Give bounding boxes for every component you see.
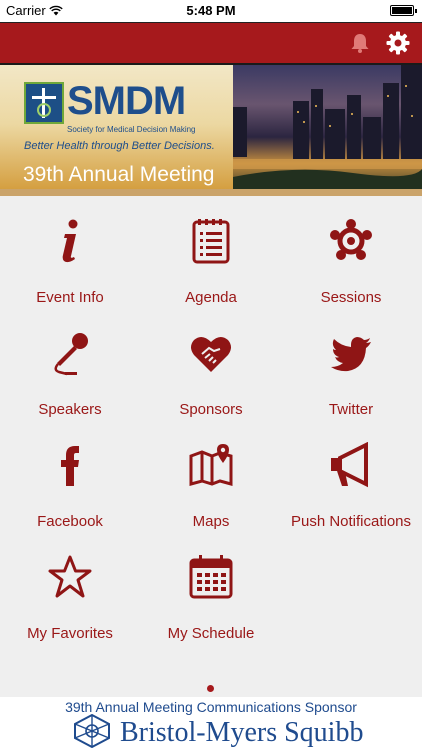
menu-label: Twitter — [328, 401, 374, 418]
nav-bar — [0, 22, 422, 65]
map-icon — [188, 442, 234, 488]
twitter-icon — [328, 330, 374, 376]
menu-tile-facebook[interactable]: Facebook — [0, 420, 140, 532]
menu-label: My Schedule — [167, 625, 255, 642]
bms-logo-icon — [72, 713, 112, 750]
menu-tile-my-schedule[interactable]: My Schedule — [141, 532, 281, 644]
menu-label: Sponsors — [179, 401, 243, 418]
org-name: Society for Medical Decision Making — [67, 125, 196, 134]
menu-tile-speakers[interactable]: Speakers — [0, 308, 140, 420]
tagline: Better Health through Better Decisions. — [24, 140, 215, 152]
smdm-logo: SMDM — [67, 79, 186, 123]
heart-handshake-icon — [188, 330, 234, 376]
smdm-emblem-icon — [24, 82, 64, 124]
sessions-icon — [328, 218, 374, 264]
menu-tile-sponsors[interactable]: Sponsors — [141, 308, 281, 420]
menu-label: Speakers — [38, 401, 102, 418]
menu-label: Facebook — [37, 513, 103, 530]
menu-tile-maps[interactable]: Maps — [141, 420, 281, 532]
facebook-icon — [47, 442, 93, 488]
battery-icon — [390, 5, 417, 16]
calendar-icon — [188, 554, 234, 600]
menu-label: Event Info — [36, 289, 104, 306]
banner-branding: SMDM Society for Medical Decision Making… — [0, 65, 233, 196]
menu-tile-twitter[interactable]: Twitter — [281, 308, 421, 420]
sponsor-footer[interactable]: 39th Annual Meeting Communications Spons… — [0, 697, 422, 750]
sponsor-caption: 39th Annual Meeting Communications Spons… — [65, 699, 357, 715]
menu-tile-agenda[interactable]: Agenda — [141, 196, 281, 308]
agenda-icon — [188, 218, 234, 264]
microphone-icon — [47, 330, 93, 376]
megaphone-icon — [328, 441, 374, 488]
menu-tile-push-notifications[interactable]: Push Notifications — [281, 420, 421, 532]
menu-label: Sessions — [320, 289, 382, 306]
menu-tile-my-favorites[interactable]: My Favorites — [0, 532, 140, 644]
city-skyline-image — [233, 65, 422, 196]
banner-accent-strip — [0, 189, 422, 196]
menu-label: Push Notifications — [290, 513, 412, 530]
menu-label: Maps — [192, 513, 230, 530]
menu-label: My Favorites — [27, 625, 113, 642]
status-bar: Carrier 5:48 PM — [0, 0, 422, 22]
clock: 5:48 PM — [186, 3, 236, 18]
page-indicator-dot[interactable] — [207, 685, 214, 692]
meeting-title: 39th Annual Meeting — [23, 163, 215, 186]
menu-tile-sessions[interactable]: Sessions — [281, 196, 421, 308]
sponsor-name: Bristol-Myers Squibb — [120, 717, 364, 748]
menu-tile-event-info[interactable]: Event Info — [0, 196, 140, 308]
info-icon — [47, 218, 93, 264]
star-icon — [47, 554, 93, 600]
gear-icon[interactable] — [385, 30, 411, 61]
bell-icon[interactable] — [350, 32, 370, 59]
event-banner: SMDM Society for Medical Decision Making… — [0, 65, 422, 196]
menu-label: Agenda — [185, 289, 237, 306]
